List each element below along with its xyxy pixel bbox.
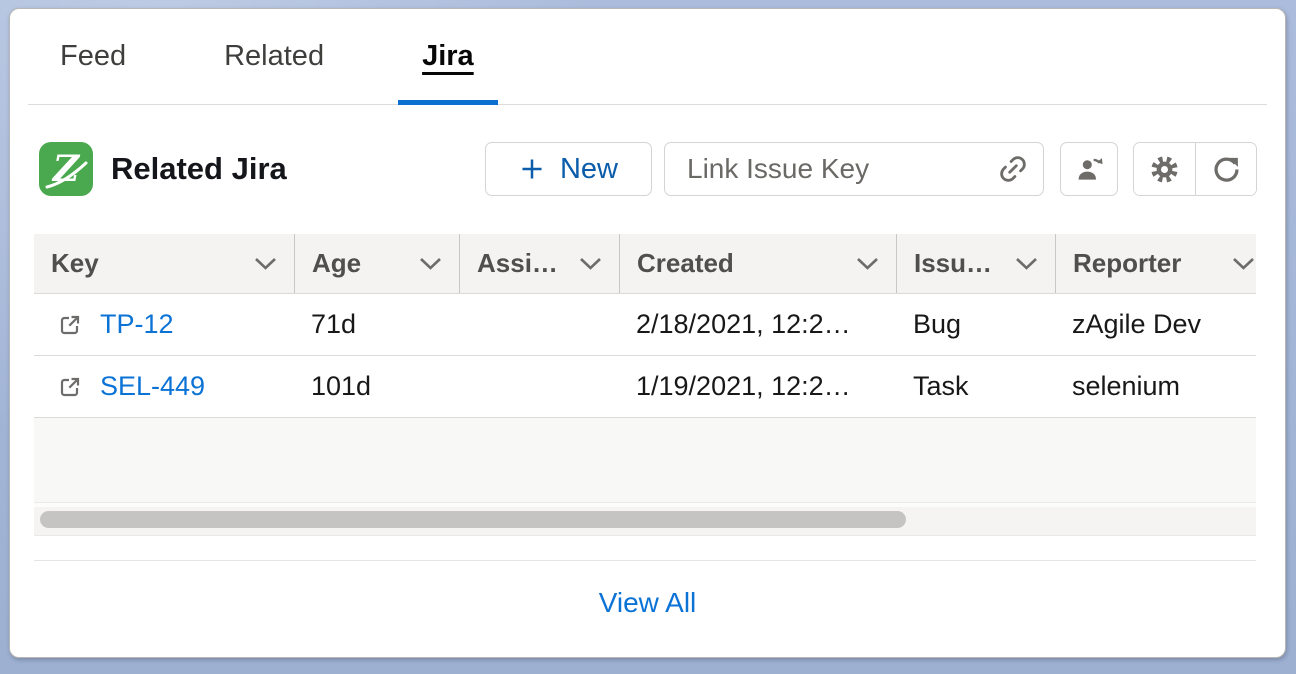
column-header-label: Key: [51, 248, 99, 279]
horizontal-scrollbar[interactable]: [34, 503, 1256, 536]
table-row: TP-12 71d 2/18/2021, 12:2…BugzAgile Dev: [34, 294, 1256, 356]
tab-label: Feed: [60, 40, 126, 73]
panel-header: Z Related Jira New: [39, 141, 1257, 197]
card-footer: View All: [10, 587, 1285, 619]
desktop-background: { "tabs": { "items": [ {"label": "Feed",…: [0, 0, 1296, 674]
refresh-button[interactable]: [1195, 143, 1256, 195]
related-jira-table: Key Age Assi… Created Issu… Reporter TP-12 71d…: [34, 234, 1256, 536]
table-empty-area: [34, 418, 1256, 503]
panel-title: Related Jira: [111, 151, 287, 187]
cell-reporter: selenium: [1055, 371, 1256, 402]
table-body: TP-12 71d 2/18/2021, 12:2…BugzAgile Dev SEL…: [34, 294, 1256, 418]
issue-key-link[interactable]: SEL-449: [100, 371, 205, 402]
settings-gear-icon: [1149, 154, 1180, 185]
cell-issue-type: Bug: [896, 309, 1055, 340]
settings-button[interactable]: [1134, 143, 1195, 195]
external-link-icon: [58, 313, 82, 337]
cell-age: 101d: [294, 371, 459, 402]
cell-reporter: zAgile Dev: [1055, 309, 1256, 340]
new-button-label: New: [560, 153, 618, 186]
tab-label: Jira: [422, 40, 474, 73]
chevron-down-icon[interactable]: [419, 257, 442, 270]
link-issue-key-input[interactable]: [664, 142, 1044, 196]
cell-key: TP-12: [34, 309, 294, 340]
chevron-down-icon[interactable]: [1232, 257, 1255, 270]
settings-button-group: [1133, 142, 1257, 196]
zagile-logo-icon: Z: [39, 142, 93, 196]
issue-key-link[interactable]: TP-12: [100, 309, 174, 340]
scrollbar-thumb[interactable]: [40, 511, 906, 528]
tab-jira[interactable]: Jira: [398, 9, 498, 104]
column-header-label: Issu…: [914, 248, 992, 279]
column-header-created[interactable]: Created: [619, 234, 896, 293]
column-header-key[interactable]: Key: [34, 234, 294, 293]
tab-related[interactable]: Related: [200, 9, 348, 104]
change-owner-button[interactable]: [1060, 142, 1118, 196]
tab-bar: Feed Related Jira: [28, 9, 1267, 105]
column-header-label: Created: [637, 248, 734, 279]
tab-label: Related: [224, 40, 324, 73]
change-owner-icon: [1074, 154, 1105, 185]
cell-key: SEL-449: [34, 371, 294, 402]
view-all-link[interactable]: View All: [599, 587, 697, 618]
cell-created: 1/19/2021, 12:2…: [619, 371, 896, 402]
related-jira-card: Feed Related Jira Z Related Jira New: [9, 8, 1286, 658]
external-link-icon: [58, 375, 82, 399]
chevron-down-icon[interactable]: [1015, 257, 1038, 270]
plus-icon: [519, 156, 545, 182]
column-header-reporter[interactable]: Reporter: [1055, 234, 1256, 293]
column-header-label: Age: [312, 248, 361, 279]
chevron-down-icon[interactable]: [856, 257, 879, 270]
cell-issue-type: Task: [896, 371, 1055, 402]
column-header-age[interactable]: Age: [294, 234, 459, 293]
chevron-down-icon[interactable]: [254, 257, 277, 270]
link-icon: [997, 153, 1029, 185]
new-button[interactable]: New: [485, 142, 652, 196]
cell-created: 2/18/2021, 12:2…: [619, 309, 896, 340]
link-issue-key-field: [664, 142, 1044, 196]
tab-feed[interactable]: Feed: [36, 9, 150, 104]
panel-actions: New: [485, 142, 1257, 196]
footer-divider: [34, 560, 1256, 561]
cell-age: 71d: [294, 309, 459, 340]
column-header-label: Assi…: [477, 248, 558, 279]
table-row: SEL-449 101d 1/19/2021, 12:2…Taskselenium: [34, 356, 1256, 418]
column-header-label: Reporter: [1073, 248, 1181, 279]
table-header-row: Key Age Assi… Created Issu… Reporter: [34, 234, 1256, 294]
column-header-assignee[interactable]: Assi…: [459, 234, 619, 293]
chevron-down-icon[interactable]: [579, 257, 602, 270]
column-header-issue-type[interactable]: Issu…: [896, 234, 1055, 293]
refresh-icon: [1211, 154, 1242, 185]
